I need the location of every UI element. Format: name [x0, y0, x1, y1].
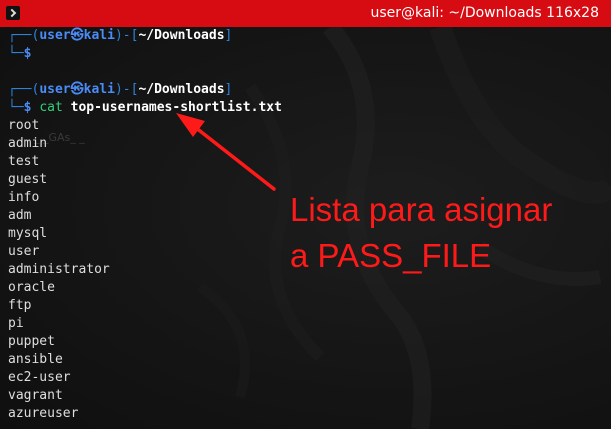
terminal-area[interactable]: _ _GAs_ _ ┌──(user㉿kali)-[~/Downloads] └…: [0, 27, 611, 429]
annotation-text-line-2: a PASS_FILE: [290, 237, 492, 274]
window-titlebar[interactable]: user@kali: ~/Downloads 116x28: [0, 0, 611, 27]
annotation-text-line-1: Lista para asignar: [290, 191, 553, 228]
window-title: user@kali: ~/Downloads 116x28: [370, 5, 599, 21]
terminal-icon: [6, 6, 20, 20]
